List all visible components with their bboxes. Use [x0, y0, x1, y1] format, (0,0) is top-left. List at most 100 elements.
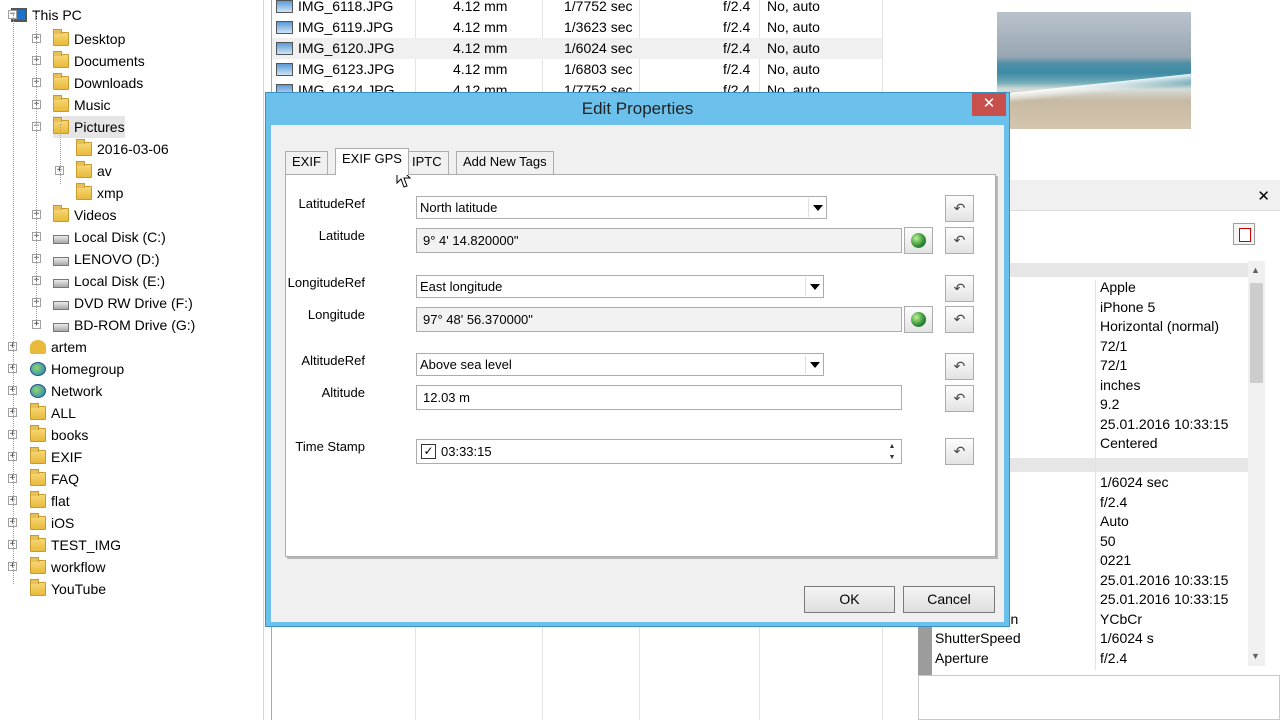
scrollbar-thumb[interactable] — [1250, 283, 1263, 383]
flash-mode: No, auto — [767, 40, 820, 56]
undo-altitude-button[interactable]: ↶ — [945, 385, 974, 412]
tree-item-label: artem — [51, 339, 87, 355]
tree-item-label: Local Disk (C:) — [74, 229, 166, 245]
altitude-field[interactable]: 12.03 m — [416, 385, 902, 410]
image-file-icon — [276, 42, 293, 55]
undo-timestamp-button[interactable]: ↶ — [945, 438, 974, 465]
dialog-body: EXIF EXIF GPS IPTC Add New Tags Latitude… — [271, 125, 1004, 622]
tree-item[interactable]: LENOVO (D:) — [53, 248, 160, 270]
undo-latitude-ref-button[interactable]: ↶ — [945, 195, 974, 222]
drive-icon — [53, 256, 69, 266]
latitude-ref-dropdown[interactable]: North latitude — [416, 196, 827, 219]
tree-item[interactable]: DVD RW Drive (F:) — [53, 292, 193, 314]
tree-item[interactable]: FAQ — [30, 468, 79, 490]
folder-icon — [53, 205, 69, 222]
timestamp-checkbox[interactable]: ✓ — [421, 444, 436, 459]
undo-altitude-ref-button[interactable]: ↶ — [945, 353, 974, 380]
altitude-ref-value: Above sea level — [420, 357, 512, 372]
tree-item-label: DVD RW Drive (F:) — [74, 295, 193, 311]
scroll-up-icon[interactable]: ▲ — [1251, 265, 1260, 275]
tree-item[interactable]: Pictures — [53, 116, 125, 138]
property-value: Auto — [1100, 513, 1129, 529]
drive-icon — [53, 234, 69, 244]
longitude-ref-dropdown[interactable]: East longitude — [416, 275, 824, 298]
tree-item[interactable]: Homegroup — [30, 358, 124, 380]
tree-item-label: books — [51, 427, 89, 443]
property-value: 25.01.2016 10:33:15 — [1100, 571, 1229, 588]
scroll-down-icon[interactable]: ▼ — [1251, 651, 1260, 661]
tree-item[interactable]: BD-ROM Drive (G:) — [53, 314, 195, 336]
tree-item[interactable]: Local Disk (C:) — [53, 226, 166, 248]
spin-up-icon[interactable]: ▲ — [884, 441, 900, 452]
aperture-value: f/2.4 — [723, 0, 751, 14]
property-value: Apple — [1100, 279, 1136, 295]
tree-item-label: Music — [74, 97, 111, 113]
chevron-down-icon[interactable] — [805, 277, 822, 296]
folder-icon — [76, 161, 92, 178]
tree-item[interactable]: Local Disk (E:) — [53, 270, 165, 292]
tab-exif-gps[interactable]: EXIF GPS — [335, 148, 409, 175]
tree-item[interactable]: xmp — [76, 182, 123, 204]
file-row[interactable]: IMG_6123.JPG 4.12 mm 1/6803 sec f/2.4 No, au… — [272, 59, 882, 80]
undo-latitude-button[interactable]: ↶ — [945, 227, 974, 254]
expand-icon[interactable]: + — [32, 320, 41, 329]
property-value: Horizontal (normal) — [1100, 318, 1220, 334]
folder-icon — [53, 117, 69, 134]
dialog-title: Edit Properties — [581, 99, 694, 118]
dialog-close-button[interactable]: ✕ — [972, 93, 1006, 116]
image-file-icon — [276, 0, 293, 13]
tree-item-label: Pictures — [74, 119, 125, 135]
tree-item[interactable]: EXIF — [30, 446, 82, 468]
tree-item[interactable]: YouTube — [30, 578, 106, 600]
chevron-down-icon[interactable] — [808, 198, 825, 217]
property-value: 72/1 — [1100, 357, 1128, 373]
tree-item[interactable]: artem — [30, 336, 87, 358]
folder-icon — [30, 403, 46, 420]
close-icon[interactable]: ✕ — [1257, 187, 1270, 205]
undo-longitude-button[interactable]: ↶ — [945, 306, 974, 333]
tree-item[interactable]: Videos — [53, 204, 117, 226]
tree-item[interactable]: Desktop — [53, 28, 125, 50]
user-folder-icon — [30, 340, 46, 354]
timestamp-picker[interactable]: ✓ 03:33:15 ▲ ▼ — [416, 439, 902, 464]
tree-item[interactable]: 2016-03-06 — [76, 138, 169, 160]
focal-length: 4.12 mm — [453, 40, 508, 56]
tree-item[interactable]: Documents — [53, 50, 145, 72]
tree-item[interactable]: workflow — [30, 556, 105, 578]
undo-longitude-ref-button[interactable]: ↶ — [945, 275, 974, 302]
file-row[interactable]: IMG_6118.JPG 4.12 mm 1/7752 sec f/2.4 No, au… — [272, 0, 882, 17]
tree-item[interactable]: Music — [53, 94, 111, 116]
cancel-button[interactable]: Cancel — [903, 586, 995, 613]
tree-item[interactable]: flat — [30, 490, 70, 512]
altitude-ref-dropdown[interactable]: Above sea level — [416, 353, 824, 376]
property-row[interactable]: Aperture f/2.4 — [918, 649, 1248, 669]
property-row[interactable]: ShutterSpeed 1/6024 s — [918, 629, 1248, 649]
longitude-field[interactable]: 97° 48' 56.370000" — [416, 307, 902, 332]
tree-item[interactable]: This PC — [11, 4, 82, 26]
properties-scrollbar[interactable]: ▲ ▼ — [1248, 261, 1265, 666]
latitude-field[interactable]: 9° 4' 14.820000" — [416, 228, 902, 253]
timestamp-value: 03:33:15 — [441, 444, 492, 459]
chevron-down-icon[interactable] — [805, 355, 822, 374]
tree-item[interactable]: TEST_IMG — [30, 534, 121, 556]
folder-icon — [30, 535, 46, 552]
tree-item[interactable]: books — [30, 424, 88, 446]
image-file-icon — [276, 21, 293, 34]
tab-exif[interactable]: EXIF — [285, 151, 328, 174]
property-value: inches — [1100, 376, 1141, 393]
tree-item[interactable]: Downloads — [53, 72, 143, 94]
ok-button[interactable]: OK — [804, 586, 895, 613]
spin-down-icon[interactable]: ▼ — [884, 452, 900, 463]
folder-icon — [30, 491, 46, 508]
tab-add-new-tags[interactable]: Add New Tags — [456, 151, 554, 174]
file-row[interactable]: IMG_6119.JPG 4.12 mm 1/3623 sec f/2.4 No, au… — [272, 17, 882, 38]
globe-icon[interactable] — [904, 227, 933, 254]
tree-item[interactable]: Network — [30, 380, 102, 402]
globe-icon[interactable] — [904, 306, 933, 333]
property-value: 0221 — [1100, 552, 1132, 568]
tree-item[interactable]: av — [76, 160, 112, 182]
export-report-icon[interactable] — [1233, 223, 1255, 245]
file-row[interactable]: IMG_6120.JPG 4.12 mm 1/6024 sec f/2.4 No, au… — [272, 38, 882, 59]
tree-item[interactable]: iOS — [30, 512, 74, 534]
tree-item[interactable]: ALL — [30, 402, 76, 424]
